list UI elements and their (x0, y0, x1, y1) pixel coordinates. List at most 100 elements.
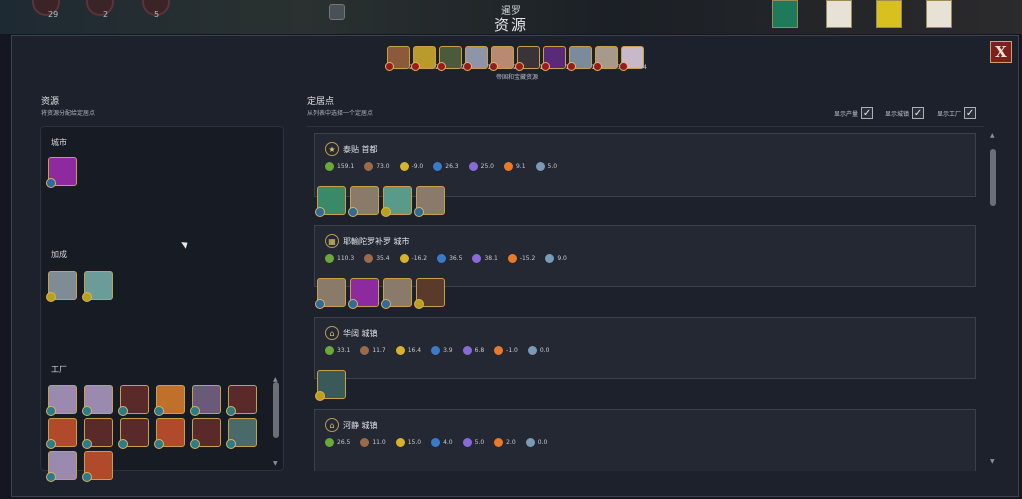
yield-value: -9.0 (411, 163, 424, 170)
left-scrollbar[interactable] (273, 382, 279, 438)
resource-badge-icon (190, 406, 200, 416)
resource-badge-icon (463, 62, 472, 71)
close-button[interactable]: X (990, 41, 1012, 63)
gold-icon (399, 162, 409, 171)
yield-value: 9.0 (557, 255, 567, 262)
dyes-resource-icon[interactable]: 1 (541, 46, 569, 71)
pearls-resource[interactable] (315, 278, 346, 309)
gold-icon (399, 254, 409, 263)
silver-resource-icon[interactable]: 1 (463, 46, 491, 71)
yield-value: 33.1 (337, 347, 351, 354)
fish-resource[interactable] (315, 186, 346, 217)
silk-resource-icon[interactable]: 4 (619, 46, 647, 71)
cotton-resource[interactable] (46, 385, 77, 416)
resource-badge-icon (226, 406, 236, 416)
yield-value: -15.2 (519, 255, 536, 262)
settlement-header: ★ 泰贴 首都 (325, 142, 378, 156)
toggle-label: 显示产量 (834, 110, 859, 118)
influence-icon (545, 254, 555, 263)
yield-culture: 6.8 (462, 346, 484, 355)
production-icon (360, 438, 370, 447)
copper-resource-icon[interactable]: 2 (385, 46, 413, 71)
settlement-card[interactable]: ⌂ 河静 城镇 26.5 11.0 15.0 4.0 5.0 2.0 0.0 (314, 409, 976, 471)
yield-happiness: 9.1 (503, 162, 526, 171)
pearls-resource[interactable] (381, 278, 412, 309)
cotton-resource[interactable] (46, 451, 77, 482)
checkbox[interactable]: ✓ (912, 107, 925, 119)
settlement-card[interactable]: ▦ 耶輸陀罗补罗 城市 110.3 35.4 -16.2 36.5 38.1 -15.2 9.0 (314, 225, 976, 309)
toggle-show-factories[interactable]: 显示工厂 ✓ (937, 107, 977, 119)
scroll-down-icon[interactable]: ▼ (990, 458, 995, 465)
scroll-up-icon[interactable]: ▲ (990, 132, 995, 139)
capital-star-icon: ★ (325, 142, 339, 156)
pearls-resource-icon[interactable]: 1 (567, 46, 595, 71)
coal-resource-icon[interactable]: 1 (515, 46, 543, 71)
yield-influence: 5.0 (535, 162, 557, 171)
cotton-resource[interactable] (82, 385, 113, 416)
science-icon (437, 254, 447, 263)
yield-production: 11.7 (360, 346, 386, 355)
resource-badge-icon (190, 439, 200, 449)
toggle-show-yields[interactable]: 显示产量 ✓ (834, 107, 874, 119)
iron-resource-icon[interactable]: 2 (437, 46, 465, 71)
wine-resource[interactable] (226, 385, 257, 416)
tea-resource[interactable] (226, 418, 257, 449)
right-scrollbar[interactable] (990, 149, 996, 206)
pearls-resource[interactable] (348, 186, 379, 217)
settlement-card[interactable]: ★ 泰贴 首都 159.1 73.0 -9.0 26.3 25.0 9.1 5.0 (314, 133, 976, 217)
right-title: 定居点 (307, 97, 335, 107)
assigned-resources (315, 186, 445, 217)
salt-resource[interactable] (46, 271, 77, 302)
wine-resource[interactable] (118, 418, 149, 449)
sugar-resource[interactable] (46, 418, 77, 449)
wine-resource[interactable] (190, 418, 221, 449)
cotton-resource-icon[interactable]: 3 (593, 46, 621, 71)
production-icon (364, 254, 374, 263)
sugar-resource[interactable] (82, 451, 113, 482)
yield-value: 25.0 (480, 163, 494, 170)
pearls-resource[interactable] (414, 186, 445, 217)
resource-badge-icon (414, 299, 424, 309)
resource-badge-icon (46, 292, 56, 302)
resource-badge-icon (593, 62, 602, 71)
checkbox[interactable]: ✓ (964, 107, 977, 119)
checkbox[interactable]: ✓ (861, 107, 874, 119)
assigned-resources (315, 278, 445, 309)
fish-resource[interactable] (315, 370, 346, 401)
section-label: 工厂 (51, 365, 67, 374)
settlement-name: 耶輸陀罗补罗 城市 (343, 236, 410, 246)
wine-resource[interactable] (82, 418, 113, 449)
yield-value: 159.1 (337, 163, 355, 170)
resource-badge-icon (82, 472, 92, 482)
resource-badge-icon (118, 406, 128, 416)
spices-resource[interactable] (190, 385, 221, 416)
yield-value: 15.0 (407, 439, 422, 446)
ivory-resource-icon[interactable]: 2 (489, 46, 517, 71)
yield-influence: 0.0 (527, 346, 549, 355)
yield-value: 36.5 (449, 255, 463, 262)
yield-row: 159.1 73.0 -9.0 26.3 25.0 9.1 5.0 (325, 162, 557, 171)
scroll-down-icon[interactable]: ▼ (273, 460, 278, 467)
settlement-name: 泰贴 首都 (343, 144, 378, 154)
influence-icon (525, 438, 535, 447)
salt-resource[interactable] (82, 271, 113, 302)
yield-value: 110.3 (337, 255, 355, 262)
silk-resource[interactable] (46, 157, 77, 188)
city-icon: ▦ (325, 234, 339, 248)
production-icon (364, 162, 374, 171)
yield-science: 26.3 (433, 162, 459, 171)
town-icon: ⌂ (325, 326, 339, 340)
citrus-resource[interactable] (154, 385, 185, 416)
gold-resource-icon[interactable]: 2 (411, 46, 439, 71)
resource-badge-icon (315, 299, 325, 309)
settlement-card[interactable]: ⌂ 华阔 城镇 33.1 11.7 16.4 3.9 6.8 -1.0 0.0 (314, 317, 976, 401)
salt-resource[interactable] (381, 186, 412, 217)
toggle-show-towns[interactable]: 显示城镇 ✓ (885, 107, 925, 119)
yield-production: 35.4 (364, 254, 390, 263)
wine-resource[interactable] (118, 385, 149, 416)
wine-resource[interactable] (414, 278, 445, 309)
sugar-resource[interactable] (154, 418, 185, 449)
resource-pool-list: 城市 加成 工厂 (40, 126, 284, 482)
silk-resource[interactable] (348, 278, 379, 309)
yield-influence: 0.0 (525, 438, 547, 447)
